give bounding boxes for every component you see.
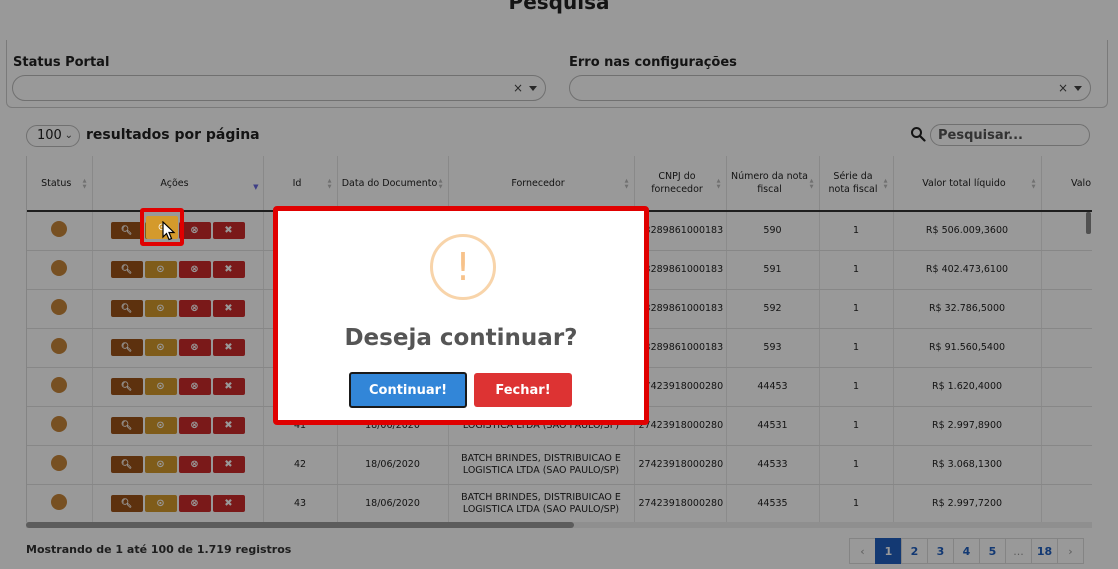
confirm-dialog: ! Deseja continuar? Continuar! Fechar! [273, 206, 649, 425]
warning-mark: ! [455, 245, 471, 289]
mouse-cursor-icon [162, 221, 176, 241]
close-button[interactable]: Fechar! [474, 373, 572, 407]
warning-icon: ! [430, 234, 496, 300]
continue-button[interactable]: Continuar! [349, 372, 467, 408]
dialog-title: Deseja continuar? [344, 325, 578, 351]
